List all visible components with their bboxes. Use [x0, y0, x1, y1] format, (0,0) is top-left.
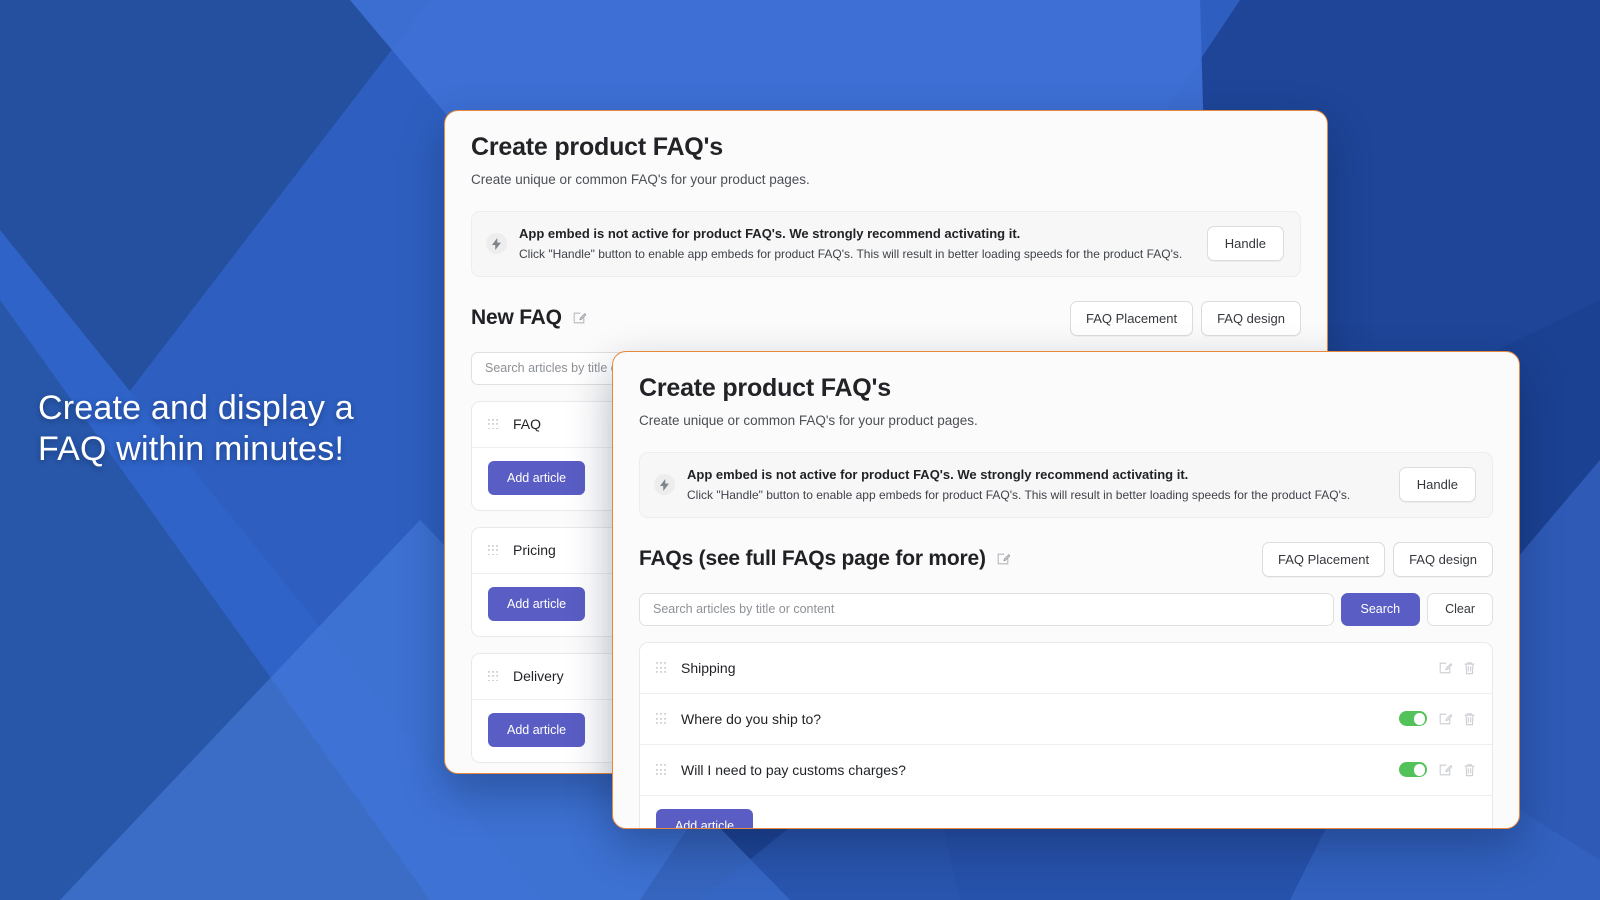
promo-headline-line-1: Create and display a	[38, 389, 354, 427]
front-add-article-wrap: Add article	[640, 796, 1492, 828]
front-search-row: Search Clear	[639, 592, 1493, 626]
edit-pencil-icon[interactable]	[1438, 712, 1452, 726]
article-visibility-toggle[interactable]	[1399, 711, 1427, 727]
front-search-button[interactable]: Search	[1340, 592, 1421, 626]
front-faq-placement-button[interactable]: FAQ Placement	[1262, 541, 1386, 577]
front-search-input[interactable]	[639, 592, 1334, 626]
edit-pencil-icon[interactable]	[1438, 763, 1452, 777]
front-section-actions: FAQ Placement FAQ design	[1262, 541, 1493, 577]
table-row[interactable]: Where do you ship to?	[640, 694, 1492, 745]
row-actions	[1438, 661, 1476, 675]
front-app-embed-banner: App embed is not active for product FAQ'…	[639, 451, 1493, 518]
back-faq-design-button[interactable]: FAQ design	[1201, 300, 1301, 336]
table-row[interactable]: Will I need to pay customs charges?	[640, 745, 1492, 796]
faq-article-list: Shipping Where do you ship to? Will I ne…	[639, 641, 1493, 828]
drag-handle-icon[interactable]	[488, 670, 499, 682]
back-faq-placement-button[interactable]: FAQ Placement	[1070, 300, 1194, 336]
front-clear-button[interactable]: Clear	[1427, 592, 1493, 626]
group-name: Pricing	[513, 542, 556, 559]
front-panel-window: Create product FAQ's Create unique or co…	[612, 351, 1520, 829]
bolt-icon	[486, 233, 507, 255]
article-visibility-toggle[interactable]	[1399, 762, 1427, 778]
add-article-button[interactable]: Add article	[656, 808, 754, 828]
front-banner-description: Click "Handle" button to enable app embe…	[687, 487, 1351, 502]
back-section-title: New FAQ	[471, 306, 562, 330]
row-actions	[1399, 762, 1476, 778]
front-banner-title: App embed is not active for product FAQ'…	[687, 466, 1189, 482]
drag-handle-icon[interactable]	[656, 713, 667, 724]
back-page-title: Create product FAQ's	[471, 133, 723, 161]
edit-pencil-icon[interactable]	[572, 311, 586, 325]
front-section-header: FAQs (see full FAQs page for more) FAQ P…	[639, 541, 1493, 577]
back-banner-title: App embed is not active for product FAQ'…	[519, 225, 1021, 241]
back-page-subtitle: Create unique or common FAQ's for your p…	[471, 171, 810, 187]
group-name: FAQ	[513, 416, 542, 433]
promo-headline: Create and display a FAQ within minutes!	[38, 388, 468, 471]
drag-handle-icon[interactable]	[656, 662, 667, 673]
drag-handle-icon[interactable]	[656, 764, 667, 775]
drag-handle-icon[interactable]	[488, 544, 499, 556]
edit-pencil-icon[interactable]	[1438, 661, 1452, 675]
front-faq-design-button[interactable]: FAQ design	[1393, 541, 1493, 577]
promo-headline-line-2: FAQ within minutes!	[38, 430, 345, 469]
trash-icon[interactable]	[1463, 661, 1476, 675]
edit-pencil-icon[interactable]	[996, 552, 1010, 566]
add-article-button[interactable]: Add article	[488, 586, 586, 621]
article-title: Where do you ship to?	[681, 710, 822, 727]
trash-icon[interactable]	[1463, 763, 1476, 777]
group-name: Delivery	[513, 668, 564, 685]
back-section-actions: FAQ Placement FAQ design	[1070, 300, 1301, 336]
back-app-embed-banner: App embed is not active for product FAQ'…	[471, 210, 1301, 277]
back-section-header: New FAQ FAQ Placement FAQ design	[471, 300, 1301, 336]
back-handle-button[interactable]: Handle	[1206, 226, 1284, 262]
front-page-title: Create product FAQ's	[639, 374, 891, 402]
article-title: Shipping	[681, 659, 736, 676]
trash-icon[interactable]	[1463, 712, 1476, 726]
article-title: Will I need to pay customs charges?	[681, 761, 906, 778]
add-article-button[interactable]: Add article	[488, 460, 586, 495]
back-banner-description: Click "Handle" button to enable app embe…	[519, 246, 1183, 261]
table-row[interactable]: Shipping	[640, 643, 1492, 694]
drag-handle-icon[interactable]	[488, 418, 499, 430]
row-actions	[1399, 711, 1476, 727]
bolt-icon	[654, 474, 675, 496]
add-article-button[interactable]: Add article	[488, 712, 586, 747]
front-section-title: FAQs (see full FAQs page for more)	[639, 547, 986, 571]
front-handle-button[interactable]: Handle	[1398, 467, 1476, 503]
front-page-subtitle: Create unique or common FAQ's for your p…	[639, 412, 978, 428]
